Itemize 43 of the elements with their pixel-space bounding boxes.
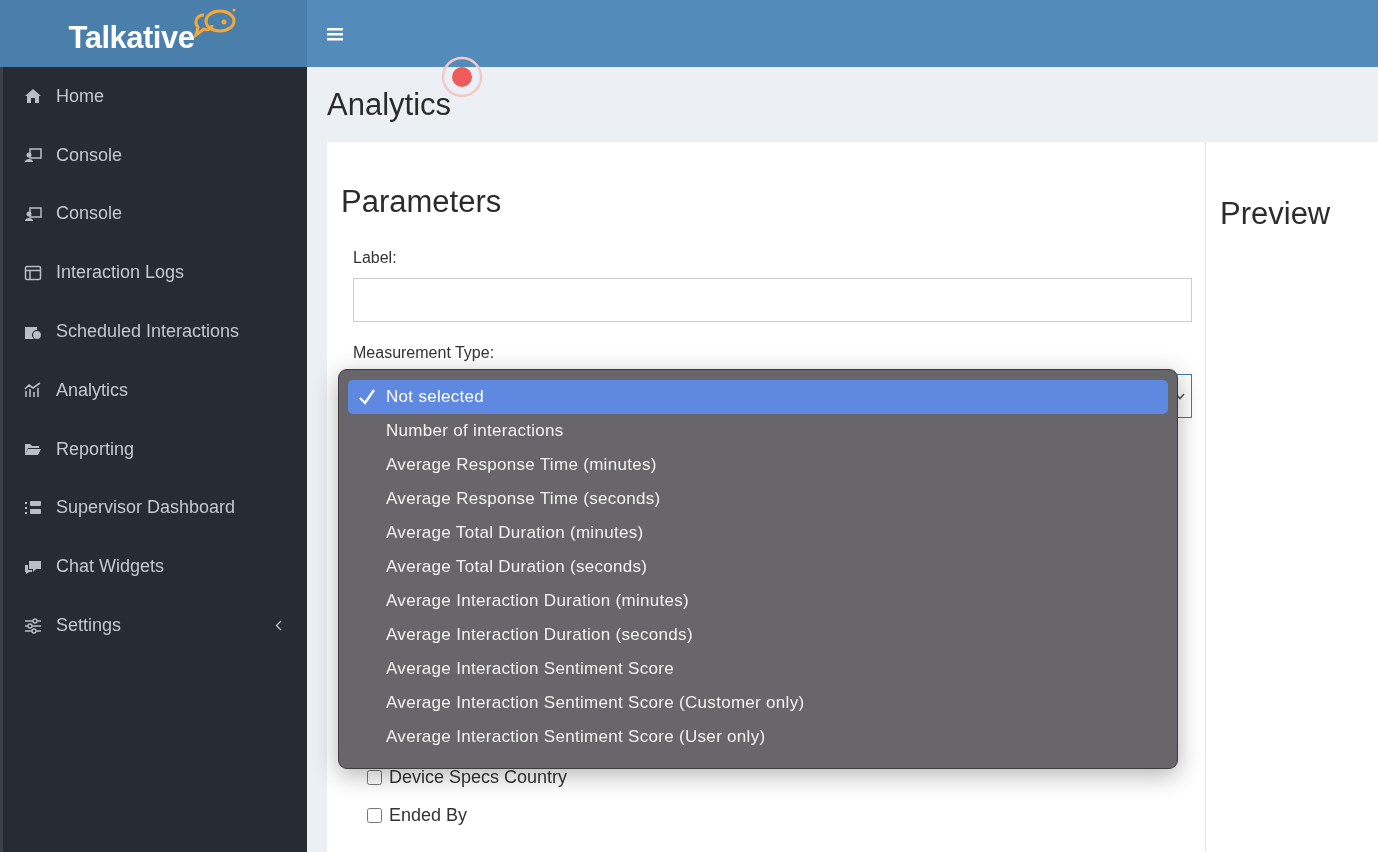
sidebar-item[interactable]: Scheduled Interactions [3, 302, 307, 361]
dropdown-option[interactable]: Not selected [348, 380, 1168, 414]
chevron-left-icon [275, 620, 282, 632]
sliders-icon [24, 617, 42, 634]
section-heading: Preview [1219, 195, 1332, 232]
page-title: Analytics [327, 86, 452, 123]
field-label: Measurement Type: [353, 344, 496, 362]
sidebar-item[interactable]: Console [3, 125, 307, 185]
checkbox[interactable] [367, 808, 382, 823]
list-icon [24, 499, 42, 516]
chart-icon [24, 382, 42, 399]
sidebar-item[interactable]: Interaction Logs [3, 243, 307, 303]
checkbox[interactable] [367, 770, 382, 785]
label-input-field[interactable] [353, 278, 1192, 322]
checkbox-label: Device Specs Country [389, 767, 568, 788]
dropdown-option[interactable]: Number of interactions [348, 414, 1168, 448]
field-label: Label: [353, 249, 398, 267]
dropdown-option[interactable]: Average Response Time (seconds) [348, 482, 1168, 516]
window-icon [24, 264, 42, 281]
dropdown-option[interactable]: Average Response Time (minutes) [348, 448, 1168, 482]
monitor-person-icon [24, 147, 42, 164]
monitor-person-icon [24, 206, 42, 222]
dropdown-option[interactable]: Average Interaction Sentiment Score (User only) [348, 720, 1168, 754]
dropdown-option[interactable]: Average Interaction Duration (seconds) [348, 618, 1168, 652]
section-heading: Parameters [341, 183, 503, 220]
chat-bubbles-icon [24, 558, 42, 575]
folder-icon [24, 441, 42, 458]
checkbox-label: Ended By [389, 805, 468, 826]
sidebar-item[interactable]: Chat Widgets [3, 537, 307, 597]
dropdown-option[interactable]: Average Interaction Duration (minutes) [348, 584, 1168, 618]
sidebar-item[interactable]: Reporting [3, 419, 307, 479]
home-icon [24, 88, 42, 105]
dropdown-option[interactable]: Average Total Duration (minutes) [348, 516, 1168, 550]
sidebar-item[interactable]: Analytics [3, 361, 307, 420]
sidebar-item[interactable]: Console [3, 184, 307, 244]
dropdown-option[interactable]: Average Interaction Sentiment Score [348, 652, 1168, 686]
dropdown-option[interactable]: Average Interaction Sentiment Score (Customer only) [348, 686, 1168, 720]
sidebar-item[interactable]: Home [3, 67, 307, 126]
brand-logo-text: Talkative [68, 19, 195, 56]
checkmark-icon [358, 388, 376, 406]
sidebar-item[interactable]: Supervisor Dashboard [3, 478, 307, 538]
dropdown-option[interactable]: Average Total Duration (seconds) [348, 550, 1168, 584]
sidebar-item[interactable]: Settings [3, 596, 307, 655]
